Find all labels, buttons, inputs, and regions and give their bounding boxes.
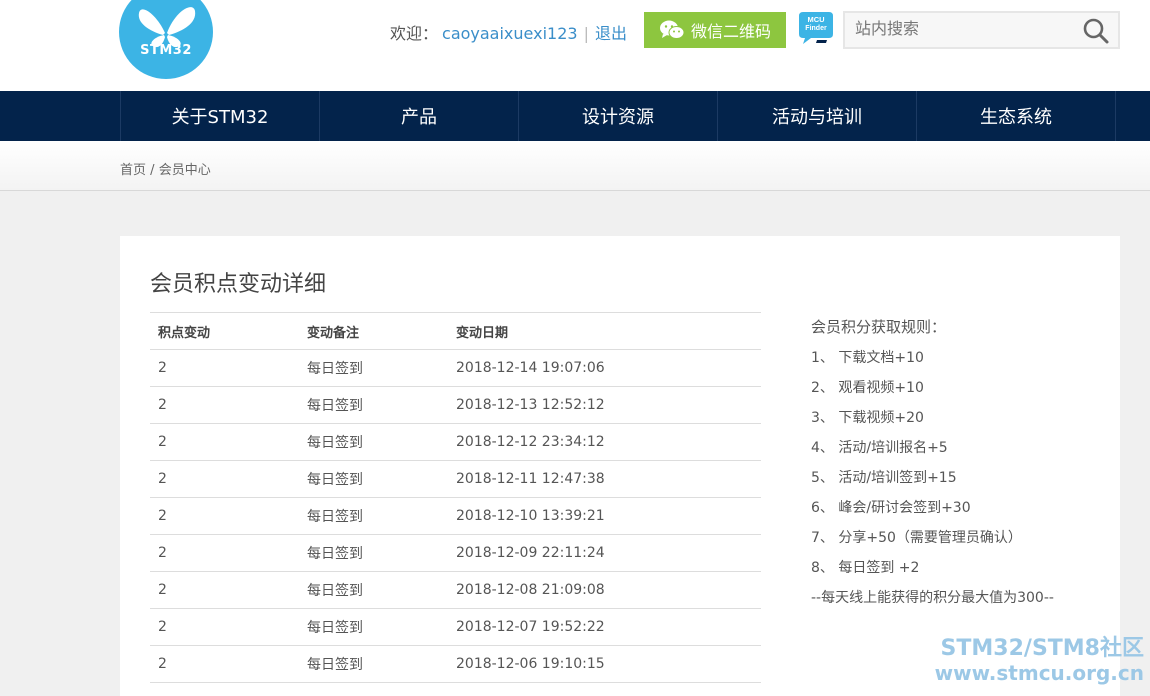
site-watermark: STM32/STM8社区 www.stmcu.org.cn	[918, 636, 1144, 686]
breadcrumb-separator: /	[150, 163, 155, 178]
column-header-points: 积点变动	[150, 312, 299, 350]
date-cell: 2018-12-09 22:11:24	[448, 534, 761, 572]
search-box	[843, 11, 1120, 49]
note-cell: 每日签到	[299, 497, 448, 535]
points-cell: 2	[150, 423, 299, 461]
date-cell: 2018-12-13 12:52:12	[448, 386, 761, 424]
rule-item: 7、 分享+50（需要管理员确认）	[811, 530, 1022, 546]
nav-item-products[interactable]: 产品	[320, 91, 519, 141]
logout-link[interactable]: 退出	[595, 24, 627, 43]
site-header: STM32 欢迎： caoyaaixuexi123 | 退出 微信二维码 MCU Fi…	[0, 0, 1150, 91]
date-cell: 2018-12-06 19:10:15	[448, 645, 761, 683]
breadcrumb-bar: 首页 / 会员中心	[0, 141, 1150, 191]
table-row: 2 每日签到 2018-12-06 19:10:15	[150, 645, 761, 683]
table-row: 2 每日签到 2018-12-12 23:34:12	[150, 423, 761, 461]
mcu-finder-link[interactable]: MCU Finder	[797, 10, 833, 46]
butterfly-logo-icon	[138, 7, 196, 48]
wechat-label: 微信二维码	[690, 22, 771, 41]
breadcrumb-current: 会员中心	[158, 163, 211, 178]
nav-item-about[interactable]: 关于STM32	[121, 91, 320, 141]
table-row: 2 每日签到 2018-12-11 12:47:38	[150, 460, 761, 498]
nav-item-ecosystem[interactable]: 生态系统	[917, 91, 1116, 141]
note-cell: 每日签到	[299, 608, 448, 646]
wechat-qr-button[interactable]: 微信二维码	[644, 12, 786, 48]
separator: |	[583, 24, 589, 43]
note-cell: 每日签到	[299, 645, 448, 683]
rule-item: 8、 每日签到 +2	[811, 560, 920, 576]
note-cell: 每日签到	[299, 460, 448, 498]
nav-item-design-resources[interactable]: 设计资源	[519, 91, 718, 141]
date-cell: 2018-12-14 19:07:06	[448, 349, 761, 387]
points-cell: 2	[150, 571, 299, 609]
date-cell: 2018-12-10 13:39:21	[448, 497, 761, 535]
points-cell: 2	[150, 349, 299, 387]
watermark-line2: www.stmcu.org.cn	[934, 661, 1144, 685]
table-row: 2 每日签到 2018-12-08 21:09:08	[150, 571, 761, 609]
rule-item: 3、 下载视频+20	[811, 410, 924, 426]
rule-item: 1、 下载文档+10	[811, 350, 924, 366]
search-icon[interactable]	[1082, 17, 1110, 45]
username-link[interactable]: caoyaaixuexi123	[442, 24, 578, 43]
points-cell: 2	[150, 386, 299, 424]
main-nav: 关于STM32 产品 设计资源 活动与培训 生态系统	[0, 91, 1150, 141]
rule-item: 4、 活动/培训报名+5	[811, 440, 948, 456]
note-cell: 每日签到	[299, 386, 448, 424]
date-cell: 2018-12-12 23:34:12	[448, 423, 761, 461]
wechat-icon	[659, 20, 685, 39]
page-title: 会员积点变动详细	[150, 272, 327, 297]
watermark-line1: STM32/STM8社区	[940, 636, 1144, 661]
points-cell: 2	[150, 497, 299, 535]
table-header-row: 积点变动 变动备注 变动日期	[150, 312, 761, 350]
date-cell: 2018-12-07 19:52:22	[448, 608, 761, 646]
column-header-date: 变动日期	[448, 312, 761, 350]
rules-title: 会员积分获取规则：	[811, 318, 947, 336]
points-cell: 2	[150, 608, 299, 646]
stm32-logo[interactable]: STM32	[119, 0, 213, 79]
breadcrumb-home-link[interactable]: 首页	[120, 163, 146, 178]
note-cell: 每日签到	[299, 534, 448, 572]
table-row: 2 每日签到 2018-12-07 19:52:22	[150, 608, 761, 646]
table-row: 2 每日签到 2018-12-09 22:11:24	[150, 534, 761, 572]
column-header-note: 变动备注	[299, 312, 448, 350]
rule-item: 2、 观看视频+10	[811, 380, 924, 396]
note-cell: 每日签到	[299, 571, 448, 609]
points-cell: 2	[150, 645, 299, 683]
points-rules: 会员积分获取规则： 1、 下载文档+10 2、 观看视频+10 3、 下载视频+…	[811, 316, 1101, 609]
breadcrumb: 首页 / 会员中心	[120, 159, 211, 178]
rule-item: 6、 峰会/研讨会签到+30	[811, 500, 971, 516]
table-row: 2 每日签到 2018-12-10 13:39:21	[150, 497, 761, 535]
search-input[interactable]	[845, 13, 1075, 47]
note-cell: 每日签到	[299, 423, 448, 461]
logo-text: STM32	[140, 43, 192, 58]
mcu-finder-icon: MCU Finder	[799, 12, 833, 44]
mcu-finder-line1: MCU	[807, 15, 824, 24]
date-cell: 2018-12-11 12:47:38	[448, 460, 761, 498]
welcome-label: 欢迎：	[390, 24, 439, 43]
rule-item: 5、 活动/培训签到+15	[811, 470, 957, 486]
points-table: 积点变动 变动备注 变动日期 2 每日签到 2018-12-14 19:07:0…	[150, 312, 761, 683]
nav-item-events-training[interactable]: 活动与培训	[718, 91, 917, 141]
note-cell: 每日签到	[299, 349, 448, 387]
date-cell: 2018-12-08 21:09:08	[448, 571, 761, 609]
content-panel: 会员积点变动详细 积点变动 变动备注 变动日期 2 每日签到 2018-12-1…	[120, 236, 1120, 696]
table-row: 2 每日签到 2018-12-13 12:52:12	[150, 386, 761, 424]
points-cell: 2	[150, 460, 299, 498]
mcu-finder-line2: Finder	[805, 25, 827, 32]
rules-note: --每天线上能获得的积分最大值为300--	[811, 590, 1054, 606]
table-row: 2 每日签到 2018-12-14 19:07:06	[150, 349, 761, 387]
welcome-bar: 欢迎： caoyaaixuexi123 | 退出	[390, 20, 627, 44]
points-cell: 2	[150, 534, 299, 572]
